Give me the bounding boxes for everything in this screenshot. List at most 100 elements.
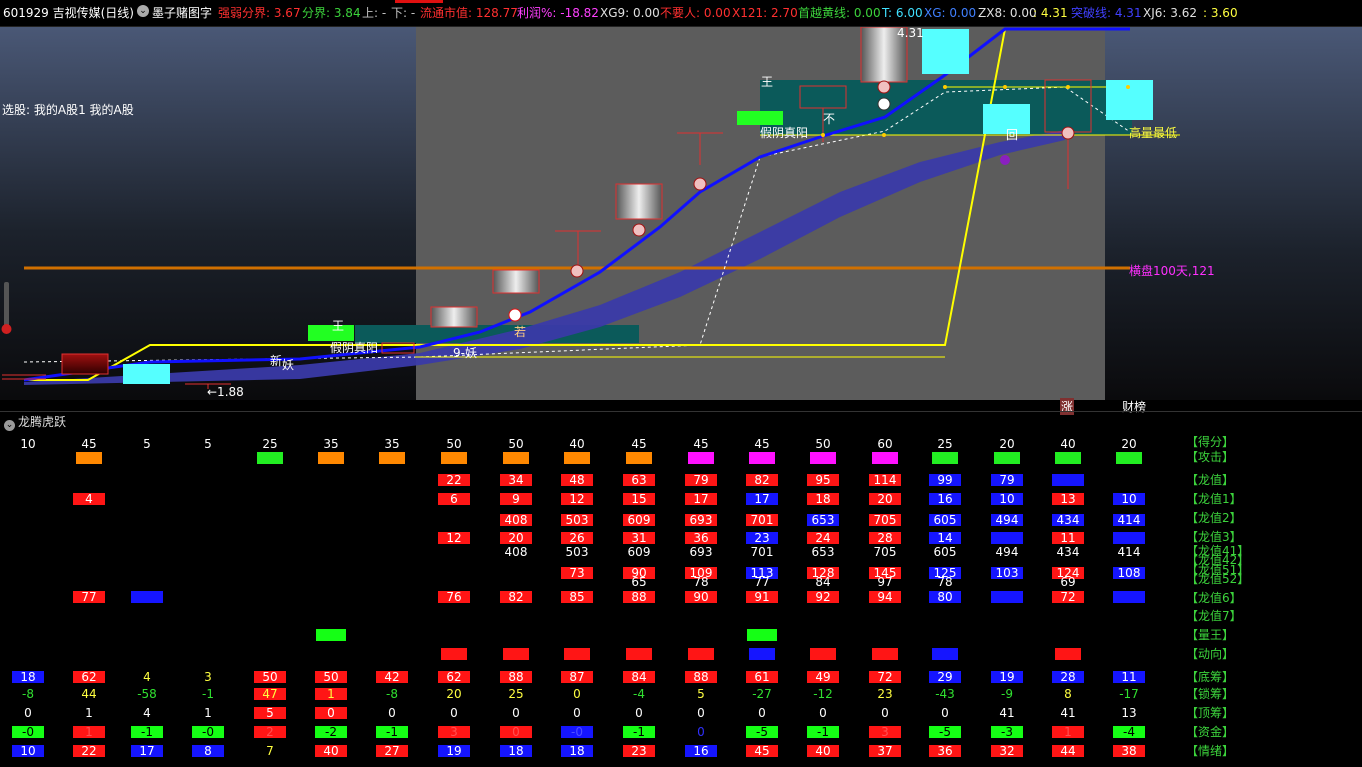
indicator-value: 上: - <box>362 6 387 20</box>
suochou-cell: 0 <box>573 687 581 701</box>
score-value: 25 <box>262 437 278 451</box>
row-label: 【龙值3】 <box>1186 530 1242 544</box>
longzhi1-cell: 10 <box>1113 493 1145 505</box>
attack-bar <box>318 452 344 464</box>
dingchou-cell: 1 <box>85 706 93 720</box>
indicator-value: : 4.31 <box>1033 6 1068 20</box>
score-value: 45 <box>754 437 770 451</box>
dongxiang-bar <box>932 648 958 660</box>
longzhi6-cell: 94 <box>869 591 901 603</box>
dingchou-cell: 1 <box>204 706 212 720</box>
zijin-cell: -1 <box>807 726 839 738</box>
attack-bar <box>932 452 958 464</box>
longzhi1-cell: 13 <box>1052 493 1084 505</box>
attack-bar <box>441 452 467 464</box>
suochou-cell: -9 <box>1001 687 1013 701</box>
zijin-cell: -0 <box>192 726 224 738</box>
longzhi6-cell: 80 <box>929 591 961 603</box>
zijin-cell: 1 <box>1052 726 1084 738</box>
score-value: 60 <box>877 437 893 451</box>
score-value: 25 <box>937 437 953 451</box>
longzhi6-cell <box>1113 591 1145 603</box>
qingxu-cell: 18 <box>500 745 532 757</box>
longzhi1-cell: 20 <box>869 493 901 505</box>
dingchou-cell: 0 <box>881 706 889 720</box>
row-label: 【底筹】 <box>1186 670 1235 684</box>
indicator-value: 分界: 3.84 <box>302 6 361 20</box>
zijin-cell: -4 <box>1113 726 1145 738</box>
main-price-chart[interactable]: 选股: 我的A股1 我的A股 4.31 ←1.88 横盘100天,121 高量最… <box>0 26 1362 415</box>
zijin-cell: -1 <box>131 726 163 738</box>
dichou-cell: 29 <box>929 671 961 683</box>
dingchou-cell: 0 <box>450 706 458 720</box>
active-tab-indicator <box>395 0 443 3</box>
longzhi6-cell: 85 <box>561 591 593 603</box>
row-label: 【锁筹】 <box>1186 687 1235 701</box>
zijin-cell: -2 <box>315 726 347 738</box>
price-chart-canvas <box>0 27 1362 412</box>
wang-label-1: 王 <box>332 319 345 333</box>
attack-bar <box>503 452 529 464</box>
suochou-cell: -8 <box>386 687 398 701</box>
longzhi-cell: 79 <box>685 474 717 486</box>
longzhi2-cell: 503 <box>561 514 593 526</box>
score-value: 50 <box>815 437 831 451</box>
longzhi51-cell: 73 <box>561 567 593 579</box>
longzhi3-cell: 20 <box>500 532 532 544</box>
row-label: 【龙值52】 <box>1186 572 1250 586</box>
longzhi41-cell: 494 <box>995 545 1019 559</box>
attack-bar <box>564 452 590 464</box>
qingxu-cell: 36 <box>929 745 961 757</box>
indicator-value: 利润%: -18.82 <box>517 6 599 20</box>
dingchou-cell: 0 <box>315 707 347 719</box>
longzhi51-cell: 108 <box>1113 567 1145 579</box>
caibang-label: 财榜 <box>1122 400 1147 414</box>
dichou-cell: 4 <box>143 670 151 684</box>
qingxu-cell: 22 <box>73 745 105 757</box>
formula-dropdown-icon[interactable]: ⌄ <box>137 5 149 17</box>
zijin-cell: 0 <box>697 725 705 739</box>
longzhi52-cell: 69 <box>1060 575 1076 589</box>
zijin-cell: 2 <box>254 726 286 738</box>
longzhi3-cell: 23 <box>746 532 778 544</box>
suochou-cell: -58 <box>137 687 157 701</box>
suochou-cell: 8 <box>1064 687 1072 701</box>
score-value: 40 <box>569 437 585 451</box>
attack-bar <box>257 452 283 464</box>
row-label: 【得分】 <box>1186 435 1235 449</box>
qingxu-cell: 40 <box>315 745 347 757</box>
panel2-title[interactable]: ⌄ 龙腾虎跃 <box>4 413 66 431</box>
indicator-value: 下: - <box>391 6 416 20</box>
suochou-cell: 25 <box>508 687 524 701</box>
panel-divider[interactable] <box>0 411 1362 412</box>
longzhi3-cell <box>1113 532 1145 544</box>
indicator-value: 不要人: 0.00 <box>660 6 731 20</box>
thermometer-icon <box>4 282 9 327</box>
longzhi2-cell: 434 <box>1052 514 1084 526</box>
zijin-cell: -1 <box>376 726 408 738</box>
dingchou-cell: 0 <box>24 706 32 720</box>
longzhi41-cell: 408 <box>504 545 528 559</box>
row-label: 【龙值2】 <box>1186 511 1242 525</box>
dichou-cell: 19 <box>991 671 1023 683</box>
formula-name[interactable]: 墨子赌图字 <box>152 6 212 20</box>
indicator-value: 流通市值: 128.77 <box>420 6 518 20</box>
qingxu-cell: 27 <box>376 745 408 757</box>
longzhi2-cell: 408 <box>500 514 532 526</box>
cyan-block-1 <box>123 364 170 384</box>
panel2-title-text: 龙腾虎跃 <box>18 415 67 429</box>
dichou-cell: 88 <box>685 671 717 683</box>
score-value: 45 <box>81 437 97 451</box>
stock-code-name: 601929 吉视传媒(日线) <box>3 6 134 20</box>
attack-bar <box>1116 452 1142 464</box>
row-label: 【动向】 <box>1186 647 1235 661</box>
longzhi6-cell: 76 <box>438 591 470 603</box>
longzhi3-cell: 26 <box>561 532 593 544</box>
yao-label: 妖 <box>282 358 295 372</box>
dongxiang-bar <box>441 648 467 660</box>
longzhi41-cell: 434 <box>1056 545 1080 559</box>
longzhi1-cell: 10 <box>991 493 1023 505</box>
qingxu-cell: 40 <box>807 745 839 757</box>
qingxu-cell: 44 <box>1052 745 1084 757</box>
longzhi41-cell: 503 <box>565 545 589 559</box>
